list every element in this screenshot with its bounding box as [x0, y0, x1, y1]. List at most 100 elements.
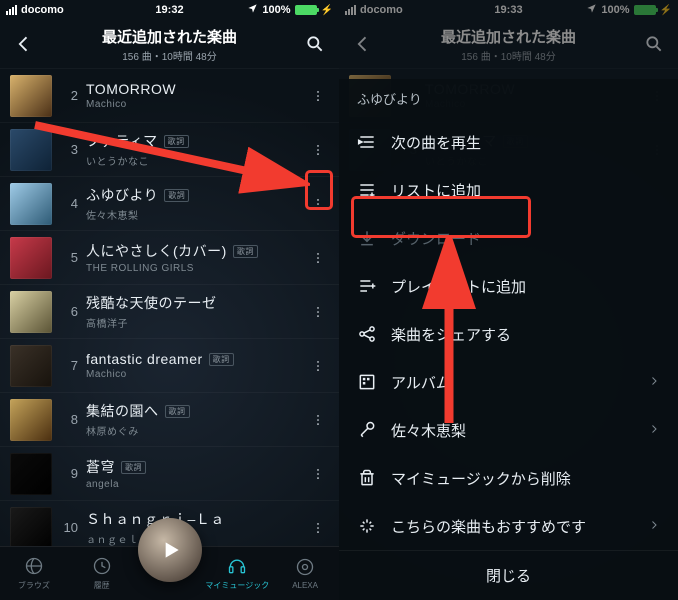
playlist-add-icon [357, 276, 377, 296]
track-artist: THE ROLLING GIRLS [86, 263, 303, 274]
track-index: 6 [60, 304, 78, 319]
more-button[interactable] [303, 346, 333, 386]
more-button[interactable] [303, 238, 333, 278]
menu-add-playlist[interactable]: プレイリストに追加 [339, 262, 678, 310]
sheet-track-title: ふゆびより [339, 79, 678, 118]
header: 最近追加された楽曲 156 曲・10時間 48分 [339, 20, 678, 68]
action-sheet: ふゆびより 次の曲を再生 リストに追加 ダウンロード プレイリストに追加 楽曲を… [339, 79, 678, 600]
chevron-right-icon [648, 374, 660, 391]
menu-share[interactable]: 楽曲をシェアする [339, 310, 678, 358]
track-title: 集結の園へ [86, 401, 159, 421]
track-row[interactable]: 6 残酷な天使のテーゼ高橋洋子 [0, 284, 339, 338]
sparkle-icon [357, 516, 377, 536]
track-row[interactable]: 2 TOMORROW Machico [0, 68, 339, 122]
more-button[interactable] [303, 130, 333, 170]
download-icon [357, 228, 377, 248]
track-title: 人にやさしく(カバー) [86, 241, 227, 261]
track-artist: angela [86, 479, 303, 490]
page-subtitle: 156 曲・10時間 48分 [339, 48, 678, 63]
lyrics-badge: 歌詞 [164, 135, 189, 148]
page-title: 最近追加された楽曲 [339, 26, 678, 47]
track-artist: Machico [86, 369, 303, 380]
page-title: 最近追加された楽曲 [0, 26, 339, 47]
track-title: ファティマ [86, 131, 158, 151]
track-index: 5 [60, 250, 78, 265]
sheet-close-button[interactable]: 閉じる [339, 550, 678, 600]
track-artist: 高橋洋子 [86, 315, 303, 330]
album-art [10, 237, 52, 279]
track-index: 4 [60, 196, 78, 211]
add-list-icon [357, 180, 377, 200]
status-time: 19:32 [0, 4, 339, 16]
track-title: TOMORROW [86, 81, 176, 97]
track-index: 8 [60, 412, 78, 427]
more-button[interactable] [303, 76, 333, 116]
album-art [10, 345, 52, 387]
battery-icon [295, 5, 317, 15]
track-row[interactable]: 9 蒼穹歌詞 angela [0, 446, 339, 500]
chevron-right-icon [648, 422, 660, 439]
more-button[interactable] [303, 454, 333, 494]
more-button[interactable] [303, 508, 333, 548]
lyrics-badge: 歌詞 [165, 405, 190, 418]
page-subtitle: 156 曲・10時間 48分 [0, 48, 339, 63]
lyrics-badge: 歌詞 [164, 189, 189, 202]
track-list: 2TOMORROWMachico3ファティマ歌詞いとうかなこ4ふゆびより歌詞佐々… [0, 68, 339, 554]
more-button[interactable] [303, 292, 333, 332]
menu-remove[interactable]: マイミュージックから削除 [339, 454, 678, 502]
menu-album[interactable]: アルバム [339, 358, 678, 406]
header: 最近追加された楽曲 156 曲・10時間 48分 [0, 20, 339, 68]
menu-recommend[interactable]: こちらの楽曲もおすすめです [339, 502, 678, 550]
menu-play-next[interactable]: 次の曲を再生 [339, 118, 678, 166]
track-artist: 林原めぐみ [86, 423, 303, 438]
album-art [10, 453, 52, 495]
album-art [10, 399, 52, 441]
tab-alexa[interactable]: ALEXA [271, 547, 339, 600]
track-title: ふゆびより [86, 185, 158, 205]
track-index: 7 [60, 358, 78, 373]
status-bar: docomo 19:32 100% ⚡ [0, 0, 339, 20]
album-art [10, 129, 52, 171]
screenshot-after: docomo 19:33 100% ⚡ 最近追加された楽曲 156 曲・10時間… [339, 0, 678, 600]
track-title: fantastic dreamer [86, 351, 203, 367]
track-index: 3 [60, 142, 78, 157]
tab-history[interactable]: 履歴 [68, 547, 136, 600]
track-title: 蒼穹 [86, 457, 115, 477]
track-row[interactable]: 4 ふゆびより歌詞佐々木恵梨 [0, 176, 339, 230]
more-button[interactable] [303, 184, 333, 224]
track-artist: Machico [86, 99, 303, 110]
track-index: 9 [60, 466, 78, 481]
menu-artist[interactable]: 佐々木恵梨 [339, 406, 678, 454]
tab-mymusic[interactable]: マイミュージック [203, 547, 271, 600]
album-art [10, 75, 52, 117]
track-row[interactable]: 7 fantastic dreamer 歌詞 Machico [0, 338, 339, 392]
status-bar: docomo 19:33 100% ⚡ [339, 0, 678, 20]
track-title: 残酷な天使のテーゼ [86, 293, 217, 313]
chevron-right-icon [648, 518, 660, 535]
lyrics-badge: 歌詞 [121, 461, 146, 474]
track-index: 10 [60, 520, 78, 535]
track-index: 2 [60, 88, 78, 103]
status-time: 19:33 [339, 4, 678, 16]
share-icon [357, 324, 377, 344]
track-row[interactable]: 3 ファティマ歌詞いとうかなこ [0, 122, 339, 176]
album-art [10, 183, 52, 225]
play-next-icon [357, 132, 377, 152]
menu-download: ダウンロード [339, 214, 678, 262]
battery-icon [634, 5, 656, 15]
lyrics-badge: 歌詞 [233, 245, 258, 258]
album-icon [357, 372, 377, 392]
track-artist: いとうかなこ [86, 153, 303, 168]
menu-add-list[interactable]: リストに追加 [339, 166, 678, 214]
track-row[interactable]: 8 集結の園へ歌詞林原めぐみ [0, 392, 339, 446]
microphone-icon [357, 420, 377, 440]
now-playing-bubble[interactable] [138, 518, 202, 582]
track-row[interactable]: 5 人にやさしく(カバー) 歌詞 THE ROLLING GIRLS [0, 230, 339, 284]
screenshot-before: docomo 19:32 100% ⚡ 最近追加された楽曲 156 曲・10時間… [0, 0, 339, 600]
tab-browse[interactable]: ブラウズ [0, 547, 68, 600]
album-art [10, 291, 52, 333]
more-button[interactable] [303, 400, 333, 440]
track-artist: 佐々木恵梨 [86, 207, 303, 222]
trash-icon [357, 468, 377, 488]
lyrics-badge: 歌詞 [209, 353, 234, 366]
